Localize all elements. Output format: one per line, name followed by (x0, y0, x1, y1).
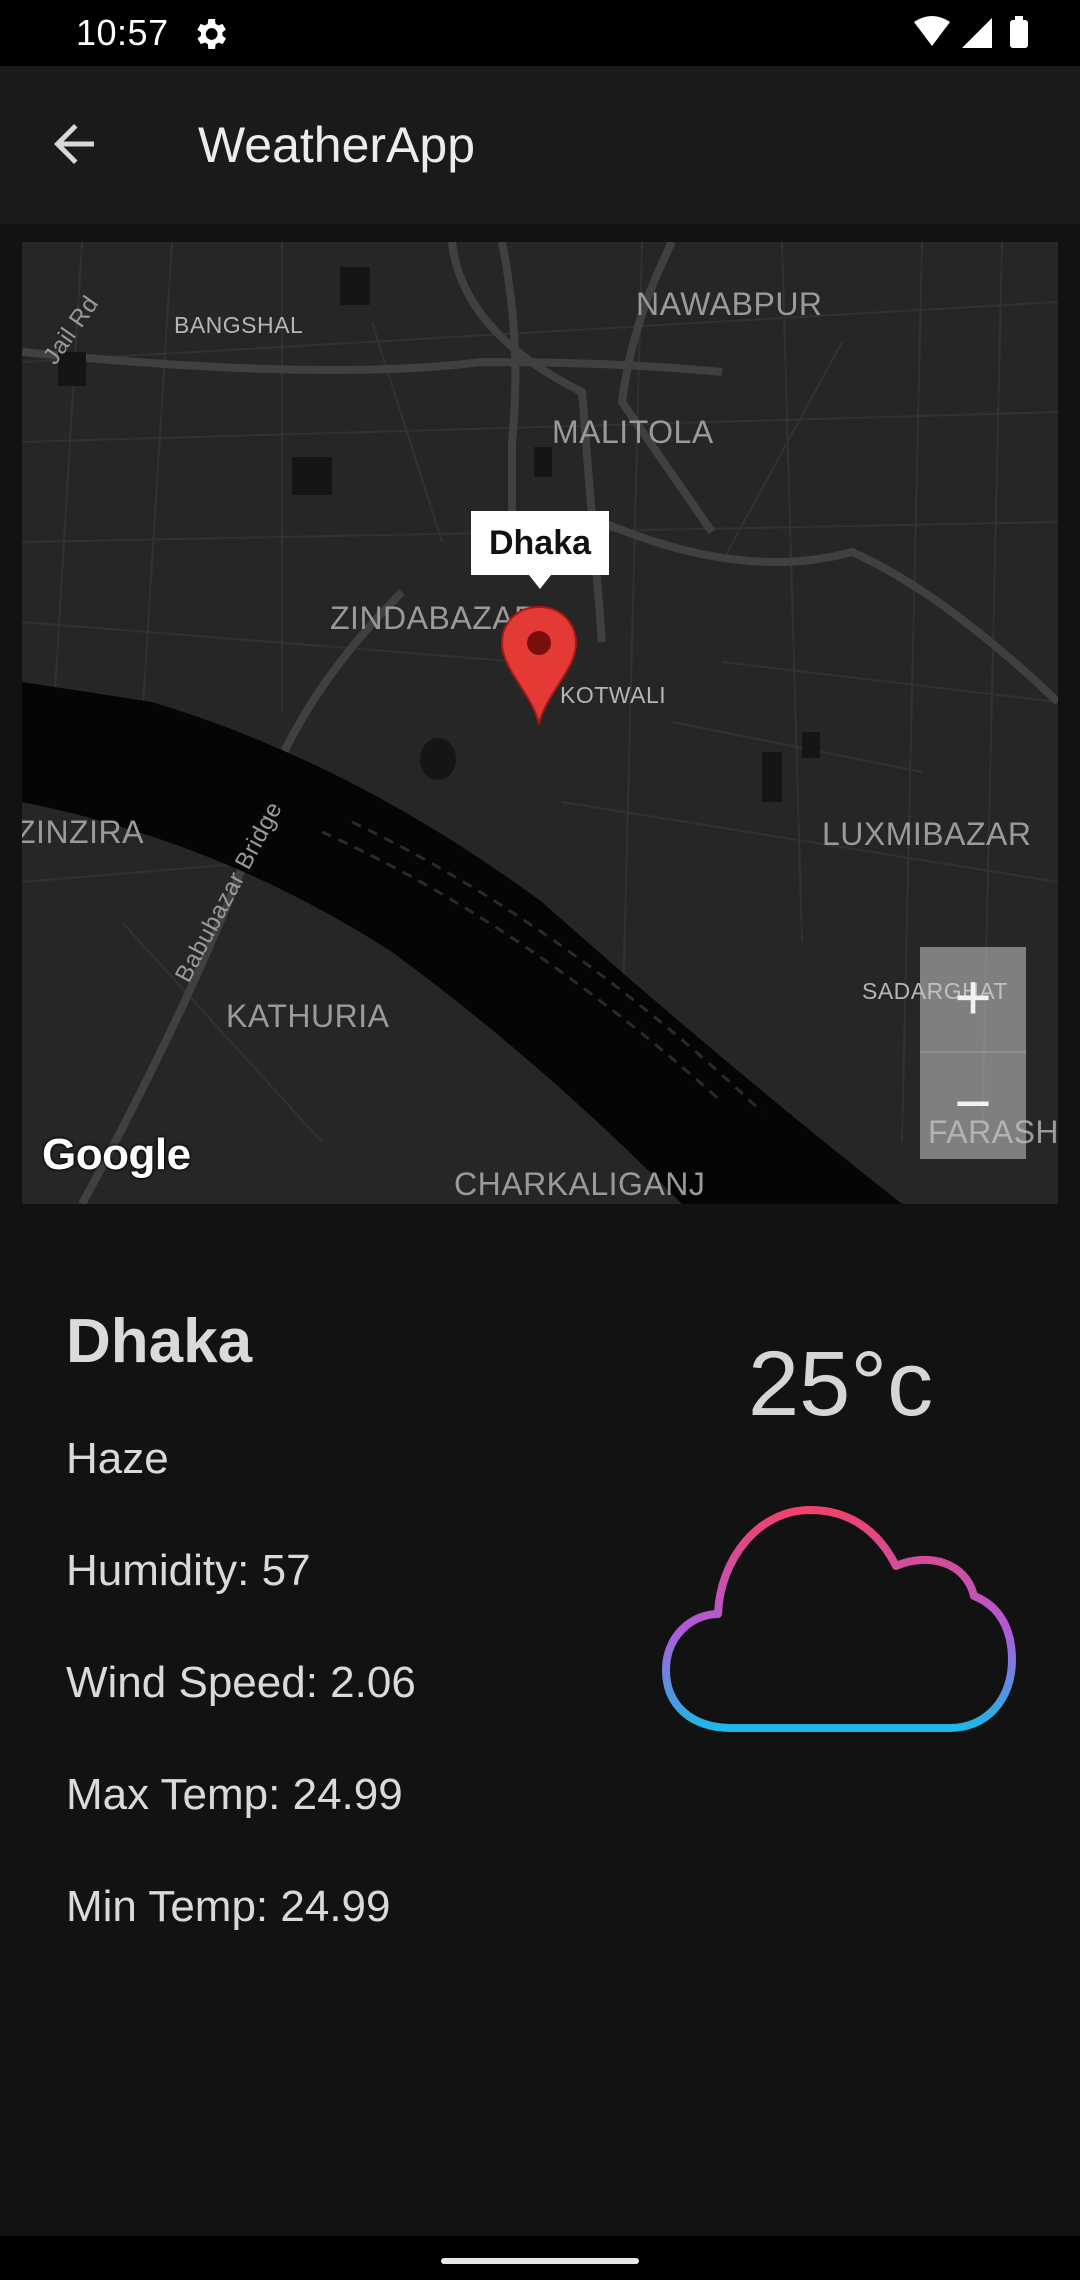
marker-info-window[interactable]: Dhaka (471, 511, 609, 589)
map-label-nawabpur: NAWABPUR (636, 286, 823, 322)
map-label-malitola: MALITOLA (552, 414, 714, 450)
map-view[interactable]: BANGSHAL NAWABPUR Jail Rd MALITOLA ZINDA… (22, 242, 1058, 1204)
city-name: Dhaka (66, 1307, 253, 1376)
status-bar: 10:57 (0, 0, 1080, 66)
wifi-icon (914, 16, 950, 46)
app-bar: WeatherApp (0, 66, 1080, 224)
wind-speed-text: Wind Speed: 2.06 (66, 1658, 416, 1707)
app-title: WeatherApp (198, 117, 476, 173)
cloud-icon (662, 1506, 1016, 1732)
map-label-kathuria: KATHURIA (226, 998, 390, 1034)
zoom-out-button[interactable]: − (920, 1053, 1026, 1157)
map-pin-icon[interactable] (500, 605, 578, 725)
google-logo: Google (42, 1130, 191, 1179)
status-icons (914, 16, 1028, 48)
map-label-bangshal: BANGSHAL (174, 312, 304, 338)
gear-icon (197, 19, 226, 49)
navigation-bar (0, 2236, 1080, 2280)
weather-condition: Haze (66, 1434, 169, 1483)
map-label-luxmibazar: LUXMIBAZAR (822, 816, 1032, 852)
map-label-charkaliganj: CHARKALIGANJ (454, 1166, 706, 1202)
status-time: 10:57 (76, 12, 169, 53)
temperature-value: 25°c (748, 1333, 934, 1435)
min-temp-text: Min Temp: 24.99 (66, 1882, 391, 1931)
max-temp-text: Max Temp: 24.99 (66, 1770, 403, 1819)
zoom-in-button[interactable]: + (920, 947, 1026, 1053)
map-label-zinzira: ZINZIRA (22, 814, 144, 850)
home-handle[interactable] (441, 2258, 639, 2264)
signal-icon (962, 18, 992, 48)
zoom-controls: + − (920, 947, 1026, 1159)
arrow-back-icon[interactable] (44, 114, 104, 174)
battery-icon (1010, 20, 1028, 48)
humidity-text: Humidity: 57 (66, 1546, 311, 1595)
